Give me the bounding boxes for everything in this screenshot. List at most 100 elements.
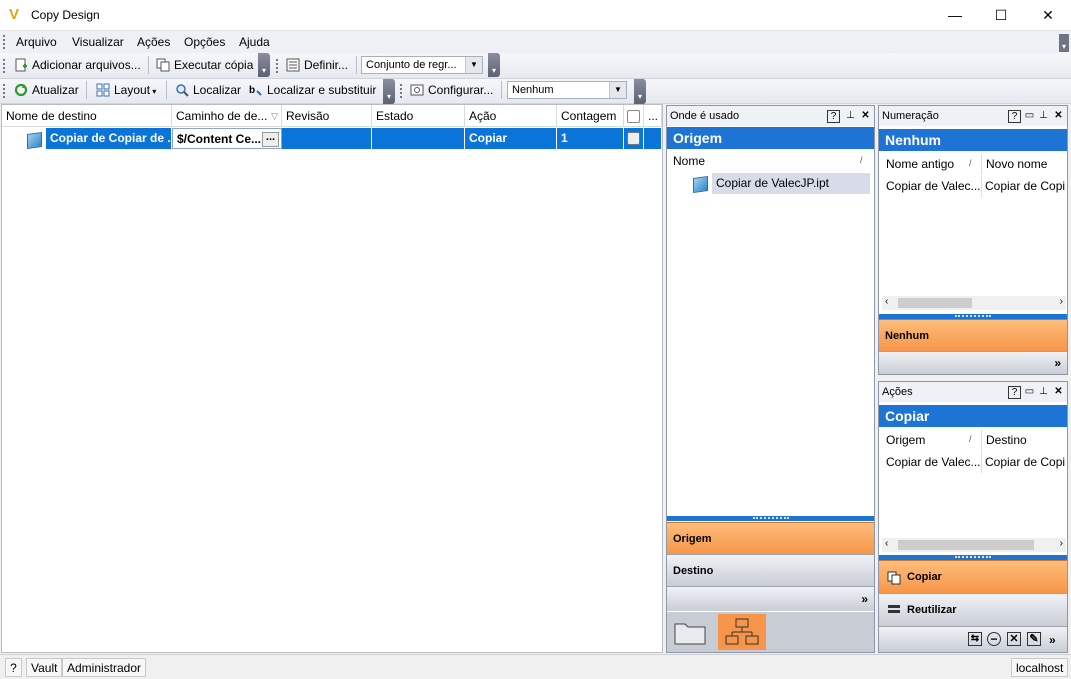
menubar-overflow-button[interactable]: ▾ bbox=[1059, 34, 1069, 52]
toolbar-overflow-button[interactable]: ▾ bbox=[383, 79, 395, 104]
numbering-row-new[interactable]: Copiar de Copi bbox=[981, 176, 1066, 197]
chevron-right-icon[interactable]: › bbox=[1060, 538, 1063, 549]
close-button[interactable]: ✕ bbox=[1025, 0, 1071, 31]
actions-row-origin[interactable]: Copiar de Valec... bbox=[882, 452, 982, 473]
row-destination-path[interactable]: $/Content Ce... ... bbox=[172, 128, 282, 149]
numbering-col-new-name[interactable]: Novo nome bbox=[982, 154, 1066, 175]
column-header-checkbox[interactable] bbox=[624, 105, 644, 127]
menu-opcoes[interactable]: Opções bbox=[184, 35, 225, 49]
chevrons-down-icon[interactable]: » bbox=[1049, 627, 1056, 653]
maximize-button[interactable]: ☐ bbox=[978, 0, 1024, 31]
maximize-icon[interactable]: ▭ bbox=[1024, 386, 1035, 397]
horizontal-scrollbar[interactable]: ‹ › bbox=[882, 538, 1066, 552]
find-replace-button[interactable]: b Localizar e substituir bbox=[247, 81, 376, 99]
tab-copiar[interactable]: Copiar bbox=[879, 560, 1067, 593]
row-action[interactable]: Copiar bbox=[465, 128, 557, 149]
tab-reutilizar[interactable]: Reutilizar bbox=[879, 593, 1067, 626]
filter-icon[interactable]: ▽ bbox=[271, 105, 278, 126]
numbering-row-old[interactable]: Copiar de Valec... bbox=[882, 176, 982, 197]
chevron-down-icon[interactable]: ▼ bbox=[465, 57, 482, 73]
column-header-action[interactable]: Ação bbox=[465, 105, 557, 127]
add-files-button[interactable]: Adicionar arquivos... bbox=[12, 56, 141, 74]
menu-visualizar[interactable]: Visualizar bbox=[72, 35, 124, 49]
menu-arquivo[interactable]: Arquivo bbox=[16, 35, 57, 49]
define-button[interactable]: Definir... bbox=[284, 56, 348, 74]
actions-row-destination[interactable]: Copiar de Copi bbox=[981, 452, 1066, 473]
close-icon[interactable]: ✕ bbox=[1053, 386, 1064, 397]
where-used-item[interactable]: Copiar de ValecJP.ipt bbox=[712, 173, 870, 194]
chevron-left-icon[interactable]: ‹ bbox=[885, 538, 888, 549]
menu-ajuda[interactable]: Ajuda bbox=[239, 35, 270, 49]
header-checkbox[interactable] bbox=[627, 110, 640, 123]
pin-icon[interactable]: ⊥ bbox=[1038, 386, 1049, 397]
help-icon[interactable]: ? bbox=[1008, 386, 1021, 399]
column-header-more[interactable]: ... bbox=[644, 105, 662, 127]
where-used-column-name[interactable]: Nome bbox=[669, 151, 869, 172]
tab-destino[interactable]: Destino bbox=[667, 554, 874, 586]
help-icon[interactable]: ? bbox=[5, 658, 22, 677]
panel-splitter[interactable] bbox=[667, 516, 874, 521]
edit-icon[interactable]: ✎ bbox=[1027, 632, 1041, 646]
row-count[interactable]: 1 bbox=[557, 128, 624, 149]
scrollbar-thumb[interactable] bbox=[898, 298, 972, 308]
sort-icon[interactable]: / bbox=[969, 434, 972, 444]
column-header-state[interactable]: Estado bbox=[372, 105, 465, 127]
close-icon[interactable]: ✕ bbox=[1053, 110, 1064, 121]
chevrons-down-icon[interactable]: » bbox=[1054, 352, 1061, 375]
row-more-cell[interactable] bbox=[644, 128, 662, 149]
configure-button[interactable]: Configurar... bbox=[408, 81, 493, 99]
scrollbar-thumb[interactable] bbox=[898, 540, 1034, 550]
toolbar-grip[interactable] bbox=[3, 59, 8, 73]
row-checkbox-cell[interactable] bbox=[624, 128, 644, 149]
minimize-button[interactable]: — bbox=[932, 0, 978, 31]
help-icon[interactable]: ? bbox=[1008, 110, 1021, 123]
toolbar-grip[interactable] bbox=[276, 59, 281, 73]
window-title: Copy Design bbox=[31, 8, 100, 22]
actions-col-origin[interactable]: Origem bbox=[882, 430, 982, 451]
column-header-count[interactable]: Contagem bbox=[557, 105, 624, 127]
tab-nenhum[interactable]: Nenhum bbox=[879, 319, 1067, 351]
ruleset-combo[interactable]: Conjunto de regr... ▼ bbox=[361, 56, 483, 74]
folder-view-icon[interactable] bbox=[673, 618, 707, 646]
row-destination-name[interactable]: Copiar de Copiar de ... bbox=[46, 128, 172, 149]
execute-copy-button[interactable]: Executar cópia bbox=[154, 56, 253, 74]
row-checkbox[interactable] bbox=[627, 132, 640, 145]
toolbar-overflow-button[interactable]: ▾ bbox=[258, 53, 270, 77]
browse-path-button[interactable]: ... bbox=[262, 132, 279, 147]
column-header-destination-name[interactable]: Nome de destino bbox=[2, 105, 172, 127]
delete-icon[interactable]: ✕ bbox=[1007, 632, 1021, 646]
pin-icon[interactable]: ⊥ bbox=[1038, 110, 1049, 121]
toolbar-overflow-button[interactable]: ▾ bbox=[488, 53, 500, 77]
menu-acoes[interactable]: Ações bbox=[137, 35, 170, 49]
help-icon[interactable]: ? bbox=[827, 110, 840, 123]
chevrons-down-icon[interactable]: » bbox=[861, 587, 868, 612]
refresh-button[interactable]: Atualizar bbox=[12, 81, 79, 99]
tab-origem[interactable]: Origem bbox=[667, 522, 874, 554]
sort-icon[interactable]: / bbox=[860, 155, 863, 165]
swap-icon[interactable]: ⇆ bbox=[968, 632, 982, 646]
tree-view-button[interactable] bbox=[718, 614, 766, 650]
toolbar-overflow-button[interactable]: ▾ bbox=[634, 79, 646, 104]
maximize-icon[interactable]: ▭ bbox=[1024, 110, 1035, 121]
column-header-revision[interactable]: Revisão bbox=[282, 105, 372, 127]
row-revision[interactable] bbox=[282, 128, 372, 149]
column-header-destination-path[interactable]: Caminho de de... ▽ bbox=[172, 105, 282, 127]
layout-button[interactable]: Layout ▾ bbox=[94, 81, 156, 99]
row-state[interactable] bbox=[372, 128, 465, 149]
chevron-down-icon[interactable]: ▼ bbox=[609, 82, 626, 98]
chevron-left-icon[interactable]: ‹ bbox=[885, 296, 888, 307]
minus-icon[interactable]: − bbox=[987, 632, 1001, 646]
numbering-col-old-name[interactable]: Nome antigo bbox=[882, 154, 982, 175]
close-icon[interactable]: ✕ bbox=[860, 110, 871, 121]
sort-icon[interactable]: / bbox=[969, 158, 972, 168]
chevron-right-icon[interactable]: › bbox=[1060, 296, 1063, 307]
none-combo[interactable]: Nenhum ▼ bbox=[507, 81, 627, 99]
toolbar-grip[interactable] bbox=[400, 84, 405, 98]
toolbar-grip[interactable] bbox=[3, 84, 8, 98]
menubar-grip[interactable] bbox=[3, 35, 8, 49]
actions-col-destination[interactable]: Destino bbox=[982, 430, 1066, 451]
pin-icon[interactable]: ⊥ bbox=[845, 110, 856, 121]
add-files-label: Adicionar arquivos... bbox=[32, 58, 141, 72]
horizontal-scrollbar[interactable]: ‹ › bbox=[882, 296, 1066, 310]
find-button[interactable]: Localizar bbox=[173, 81, 241, 99]
